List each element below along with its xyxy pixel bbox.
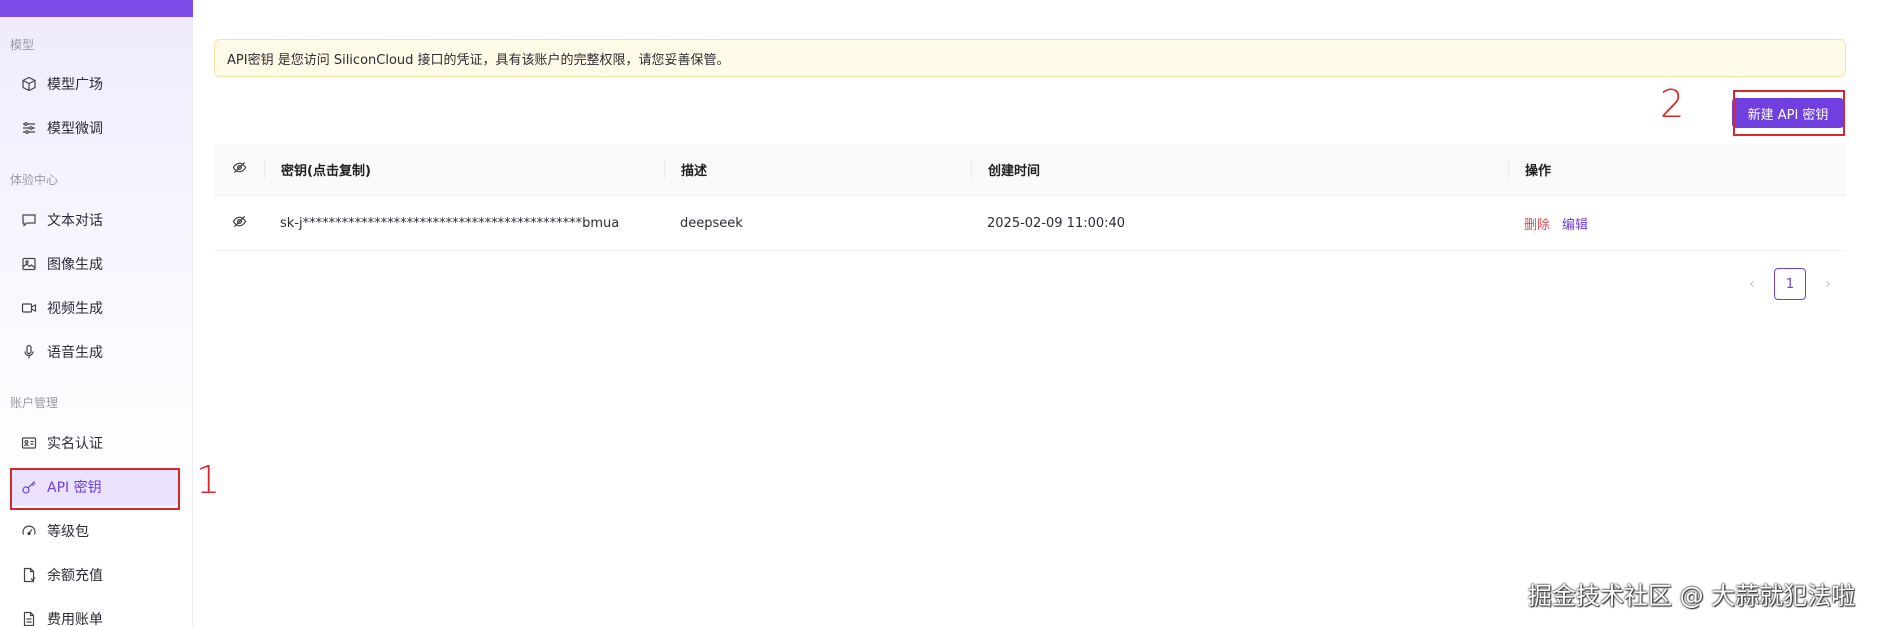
toggle-visibility-row[interactable]: [214, 214, 264, 233]
watermark: 掘金技术社区 @ 大蒜就犯法啦: [1528, 582, 1856, 610]
video-icon: [21, 300, 37, 316]
gauge-icon: [21, 523, 37, 539]
annotation-box-2: [1733, 90, 1845, 136]
sidebar-item-label: 等级包: [47, 524, 89, 540]
eye-off-icon: [232, 214, 247, 233]
header-key: 密钥(点击复制): [264, 160, 664, 179]
sidebar-item-model-finetune[interactable]: 模型微调: [12, 109, 178, 147]
eye-off-icon: [232, 160, 247, 179]
cube-icon: [21, 76, 37, 92]
sidebar-item-billing[interactable]: 费用账单: [12, 600, 178, 626]
cell-ops: 删除 编辑: [1508, 214, 1846, 233]
sidebar-item-recharge[interactable]: 余额充值: [12, 556, 178, 594]
sidebar-item-video-gen[interactable]: 视频生成: [12, 289, 178, 327]
sidebar-item-label: 实名认证: [47, 436, 103, 452]
sidebar-item-label: 视频生成: [47, 301, 103, 317]
delete-link[interactable]: 删除: [1524, 214, 1550, 233]
id-card-icon: [21, 435, 37, 451]
toggle-visibility-all[interactable]: [214, 160, 264, 179]
annotation-number-1: 1: [196, 458, 221, 502]
sidebar-item-level-pack[interactable]: 等级包: [12, 512, 178, 550]
annotation-number-2: 2: [1660, 82, 1685, 126]
sidebar-item-label: 文本对话: [47, 213, 103, 229]
wallet-icon: [21, 567, 37, 583]
annotation-box-1: [10, 468, 180, 510]
cell-time: 2025-02-09 11:00:40: [987, 215, 1126, 231]
sidebar-item-label: 模型广场: [47, 77, 103, 93]
group-title-account: 账户管理: [10, 396, 59, 410]
pagination: ‹ 1 ›: [1740, 268, 1840, 300]
sidebar-item-real-name[interactable]: 实名认证: [12, 424, 178, 462]
header-desc: 描述: [664, 160, 971, 179]
sidebar-item-label: 余额充值: [47, 568, 103, 584]
sidebar-item-image-gen[interactable]: 图像生成: [12, 245, 178, 283]
cell-key[interactable]: sk-j************************************…: [264, 216, 664, 231]
chat-icon: [21, 212, 37, 228]
prev-page-icon[interactable]: ‹: [1740, 272, 1764, 296]
sidebar-item-text-chat[interactable]: 文本对话: [12, 201, 178, 239]
image-icon: [21, 256, 37, 272]
table-row: sk-j************************************…: [214, 196, 1846, 251]
mic-icon: [21, 344, 37, 360]
sidebar-item-label: 模型微调: [47, 121, 103, 137]
sidebar-item-label: 语音生成: [47, 345, 103, 361]
cell-desc: deepseek: [680, 215, 743, 231]
bill-icon: [21, 611, 37, 626]
table-header: 密钥(点击复制) 描述 创建时间 操作: [214, 144, 1846, 196]
api-key-table: 密钥(点击复制) 描述 创建时间 操作 sk-j****************…: [214, 144, 1846, 251]
header-ops: 操作: [1508, 160, 1846, 179]
sliders-icon: [21, 120, 37, 136]
group-title-models: 模型: [10, 38, 35, 52]
sidebar-item-model-square[interactable]: 模型广场: [12, 65, 178, 103]
group-title-experience: 体验中心: [10, 173, 59, 187]
next-page-icon[interactable]: ›: [1816, 272, 1840, 296]
sidebar-item-audio-gen[interactable]: 语音生成: [12, 333, 178, 371]
edit-link[interactable]: 编辑: [1562, 214, 1588, 233]
notice-text: API密钥 是您访问 SiliconCloud 接口的凭证，具有该账户的完整权限…: [227, 52, 730, 68]
header-time: 创建时间: [971, 160, 1508, 179]
page-number[interactable]: 1: [1774, 268, 1806, 300]
sidebar-item-label: 费用账单: [47, 612, 103, 626]
sidebar-top-bar: [0, 0, 193, 17]
app-root: 模型 模型广场 模型微调 体验中心 文本对话 图像生成 视频生成 语音生成 账户…: [0, 0, 1884, 626]
api-key-notice: API密钥 是您访问 SiliconCloud 接口的凭证，具有该账户的完整权限…: [214, 39, 1846, 77]
sidebar: 模型 模型广场 模型微调 体验中心 文本对话 图像生成 视频生成 语音生成 账户…: [0, 0, 193, 626]
sidebar-item-label: 图像生成: [47, 257, 103, 273]
